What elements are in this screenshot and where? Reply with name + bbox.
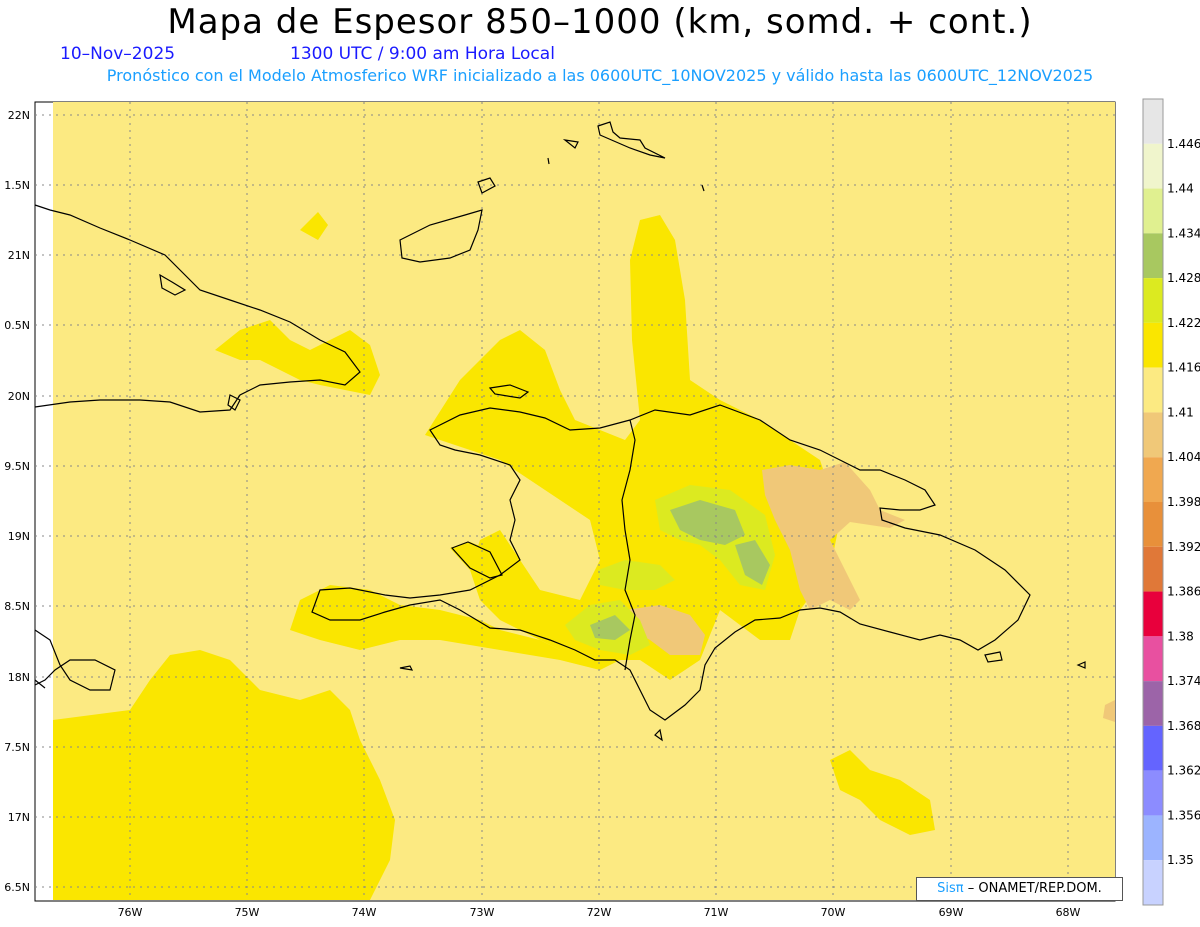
lat-label: 21N <box>8 249 30 262</box>
color-swatch <box>1143 770 1163 816</box>
color-scale-label: 1.392 <box>1167 540 1200 554</box>
color-swatch <box>1143 725 1163 771</box>
color-swatch <box>1143 188 1163 234</box>
color-scale: 1.446 1.44 1.434 1.428 1.422 1.416 1.41 1.404 1.… <box>1142 98 1200 906</box>
color-swatch <box>1143 591 1163 637</box>
color-scale-label: 1.356 <box>1167 808 1200 822</box>
color-swatch <box>1143 502 1163 547</box>
color-scale-label: 1.428 <box>1167 271 1200 285</box>
lat-label: 7.5N <box>4 741 30 754</box>
lat-label: 1.5N <box>4 179 30 192</box>
lon-label: 75W <box>235 906 260 919</box>
color-scale-label: 1.374 <box>1167 674 1200 688</box>
lat-label: 8.5N <box>4 600 30 613</box>
color-scale-label: 1.386 <box>1167 585 1200 599</box>
lat-label: 17N <box>8 811 30 824</box>
color-swatch <box>1143 681 1163 726</box>
color-scale-label: 1.362 <box>1167 764 1200 778</box>
sispi-brand: Sisπ <box>937 881 964 896</box>
color-swatch <box>1143 143 1163 189</box>
color-scale-label: 1.41 <box>1167 405 1194 419</box>
color-swatch <box>1143 860 1163 905</box>
color-swatch <box>1143 233 1163 279</box>
forecast-date: 10–Nov–2025 <box>60 44 176 64</box>
color-swatch <box>1143 322 1163 368</box>
color-scale-label: 1.398 <box>1167 495 1200 509</box>
color-scale-label: 1.44 <box>1167 182 1194 196</box>
lat-label: 9.5N <box>4 460 30 473</box>
lon-label: 76W <box>118 906 143 919</box>
color-scale-label: 1.434 <box>1167 226 1200 240</box>
longitude-labels: 76W 75W 74W 73W 72W 71W 70W 69W 68W <box>118 906 1081 919</box>
lon-label: 71W <box>704 906 729 919</box>
lat-label: 22N <box>8 109 30 122</box>
color-scale-label: 1.422 <box>1167 316 1200 330</box>
lat-label: 18N <box>8 671 30 684</box>
forecast-time: 1300 UTC / 9:00 am Hora Local <box>290 44 555 64</box>
color-swatch <box>1143 367 1163 413</box>
lat-label: 6.5N <box>4 881 30 894</box>
lon-label: 68W <box>1056 906 1081 919</box>
color-scale-label: 1.35 <box>1167 853 1194 867</box>
lon-label: 70W <box>821 906 846 919</box>
latitude-labels: 22N 1.5N 21N 0.5N 20N 9.5N 19N 8.5N 18N … <box>4 109 30 894</box>
lon-label: 74W <box>352 906 377 919</box>
color-swatch <box>1143 412 1163 458</box>
color-scale-label: 1.38 <box>1167 629 1194 643</box>
credit-text: – ONAMET/REP.DOM. <box>967 881 1102 896</box>
color-swatch <box>1143 99 1163 144</box>
color-scale-label: 1.446 <box>1167 137 1200 151</box>
credit-box: Sisπ – ONAMET/REP.DOM. <box>916 877 1123 901</box>
color-scale-label: 1.404 <box>1167 450 1200 464</box>
lat-label: 0.5N <box>4 319 30 332</box>
color-swatch <box>1143 278 1163 323</box>
lon-label: 72W <box>587 906 612 919</box>
color-scale-label: 1.416 <box>1167 361 1200 375</box>
lat-label: 20N <box>8 390 30 403</box>
lon-label: 69W <box>939 906 964 919</box>
color-swatch <box>1143 636 1163 682</box>
thickness-map: 22N 1.5N 21N 0.5N 20N 9.5N 19N 8.5N 18N … <box>4 101 1116 919</box>
color-scale-label: 1.368 <box>1167 719 1200 733</box>
forecast-description: Pronóstico con el Modelo Atmosferico WRF… <box>106 66 1094 85</box>
lon-label: 73W <box>470 906 495 919</box>
color-swatch <box>1143 815 1163 861</box>
color-swatch <box>1143 546 1163 592</box>
lat-label: 19N <box>8 530 30 543</box>
map-title: Mapa de Espesor 850–1000 (km, somd. + co… <box>167 2 1033 42</box>
color-swatch <box>1143 457 1163 502</box>
